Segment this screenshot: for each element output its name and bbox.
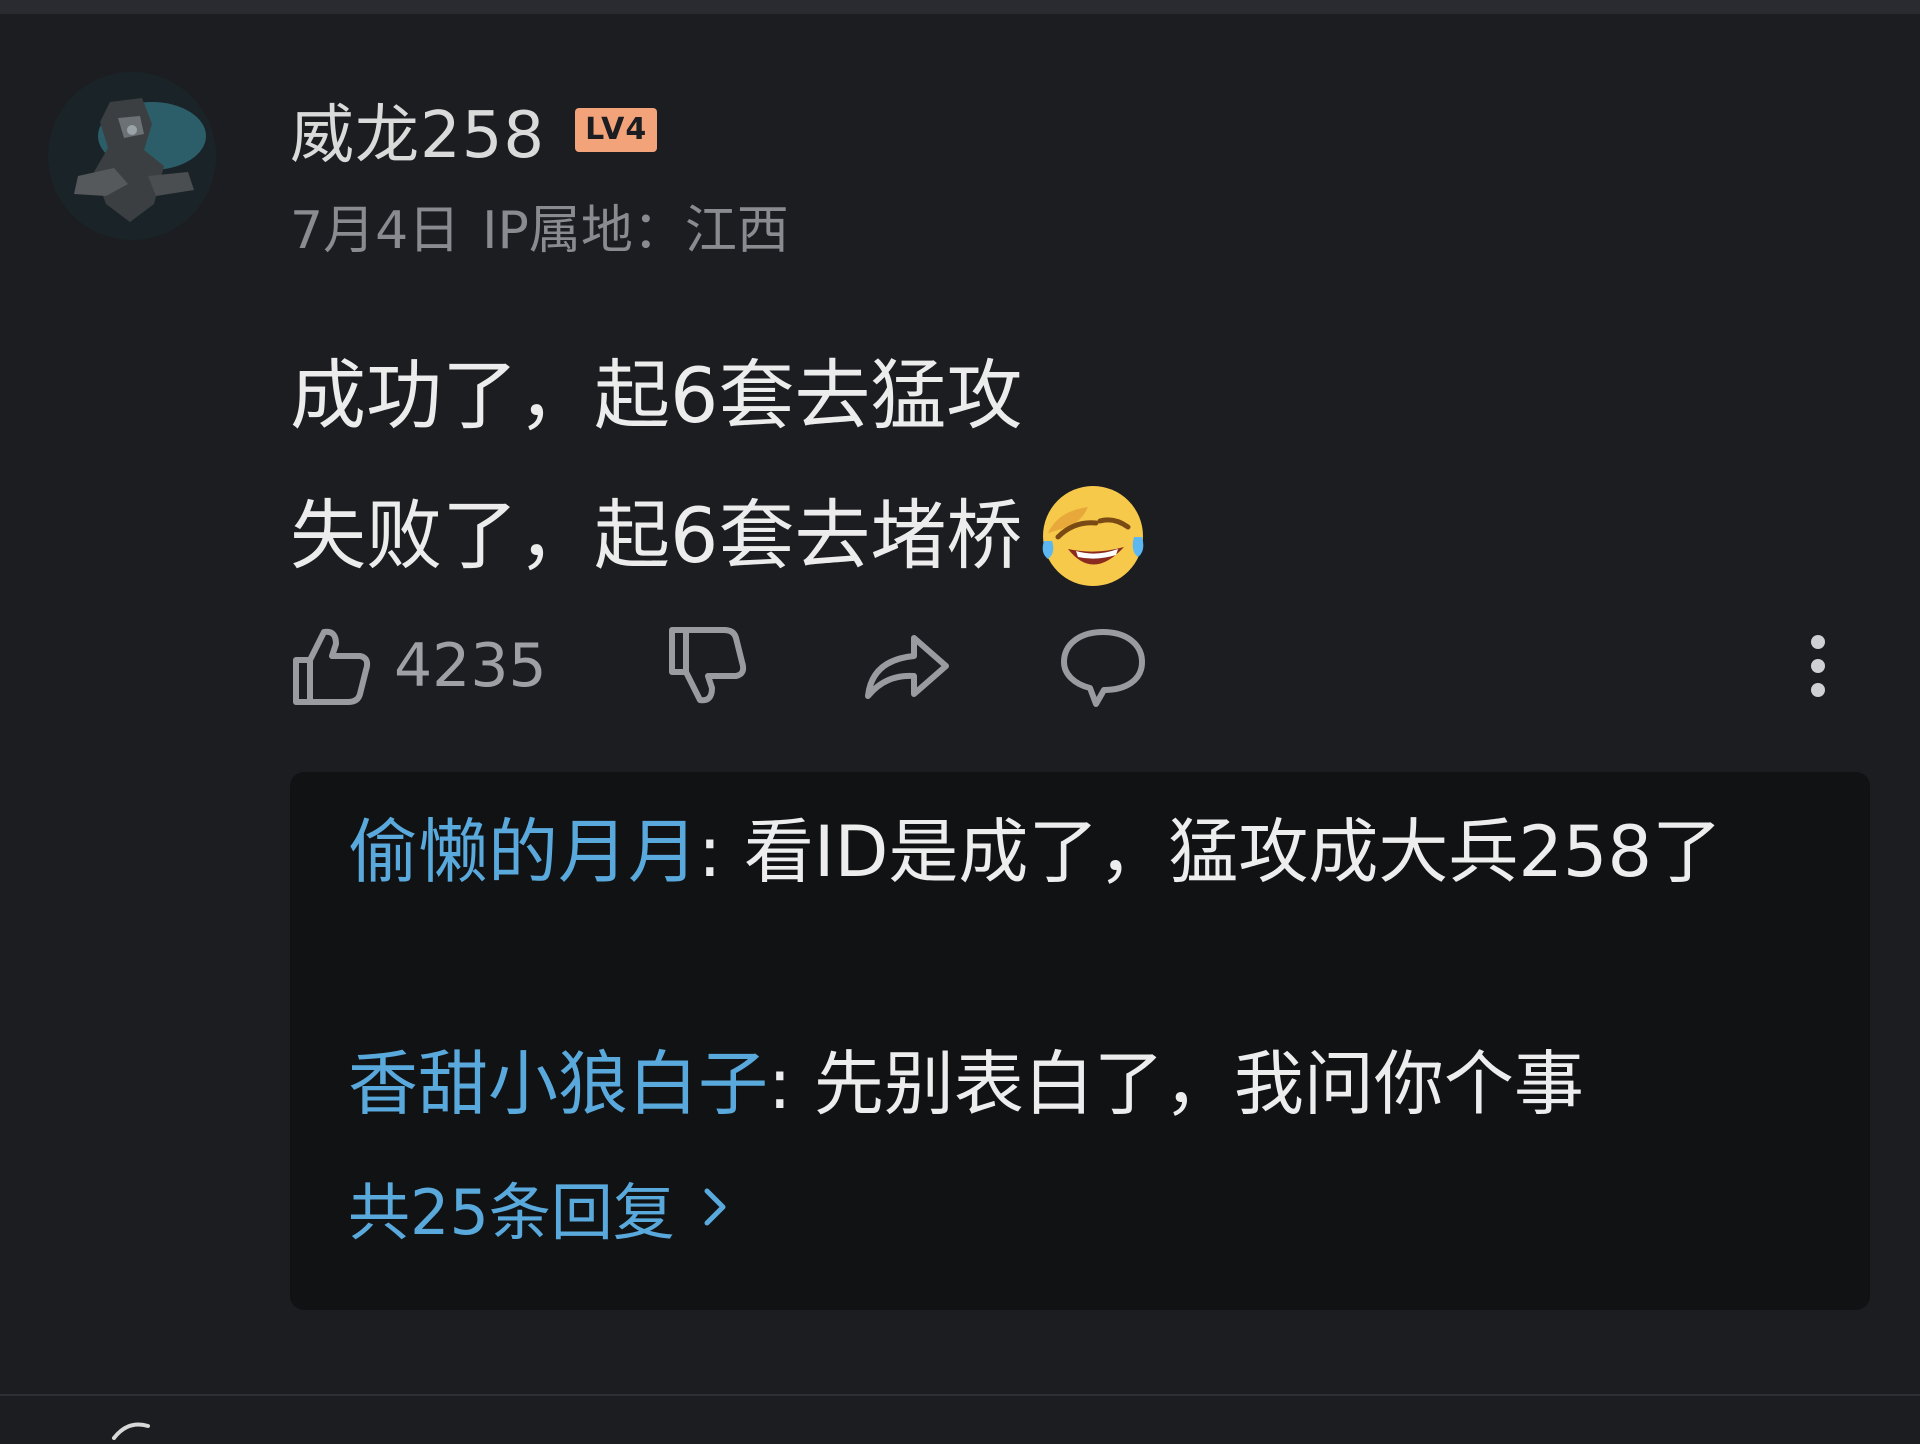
like-button[interactable]: 4235: [290, 624, 547, 708]
next-comment-peek: [110, 1418, 150, 1440]
share-icon: [862, 624, 952, 708]
comment-line: 失败了，起6套去堵桥: [290, 466, 1148, 606]
laughing-crying-emoji-icon: [1038, 481, 1148, 591]
view-all-replies-label: 共25条回复: [348, 1176, 675, 1249]
level-badge: LV4: [575, 108, 658, 152]
reply-author[interactable]: 香甜小狼白子: [348, 1043, 768, 1125]
comment-date: 7月4日: [290, 201, 461, 261]
reply-separator: :: [768, 1043, 814, 1125]
top-edge: [0, 0, 1920, 14]
comment-card: 威龙258 LV4 7月4日 IP属地：江西 成功了，起6套去猛攻 失败了，起6…: [0, 14, 1920, 1394]
avatar[interactable]: [48, 72, 216, 240]
reply-author[interactable]: 偷懒的月月: [348, 811, 698, 893]
comment-icon: [1058, 624, 1148, 708]
comment-body: 成功了，起6套去猛攻 失败了，起6套去堵桥: [290, 326, 1148, 606]
view-all-replies-link[interactable]: 共25条回复: [348, 1162, 729, 1252]
chevron-right-icon: [703, 1171, 729, 1244]
like-count: 4235: [394, 631, 547, 701]
comment-line-text: 失败了，起6套去堵桥: [290, 491, 1023, 580]
replies-panel: 偷懒的月月: 看ID是成了，猛攻成大兵258了 香甜小狼白子: 先别表白了，我问…: [290, 772, 1870, 1310]
dislike-button[interactable]: [666, 624, 750, 708]
share-button[interactable]: [862, 624, 952, 708]
more-options-button[interactable]: [1800, 624, 1836, 708]
reply-text: 先别表白了，我问你个事: [813, 1043, 1584, 1125]
avatar-image: [48, 72, 216, 240]
comment-meta: 7月4日 IP属地：江西: [290, 188, 789, 263]
comment-line: 成功了，起6套去猛攻: [290, 326, 1148, 466]
action-bar: 4235: [290, 624, 1870, 724]
thumbs-down-icon: [666, 624, 750, 708]
reply-item[interactable]: 偷懒的月月: 看ID是成了，猛攻成大兵258了: [348, 796, 1828, 908]
username[interactable]: 威龙258: [290, 84, 545, 176]
reply-separator: :: [698, 811, 744, 893]
reply-item[interactable]: 香甜小狼白子: 先别表白了，我问你个事: [348, 1028, 1828, 1140]
divider: [0, 1394, 1920, 1396]
reply-button[interactable]: [1058, 624, 1148, 708]
reply-text: 看ID是成了，猛攻成大兵258了: [743, 811, 1722, 893]
thumbs-up-icon: [290, 624, 374, 708]
ip-location: IP属地：江西: [482, 201, 789, 261]
more-icon: [1800, 624, 1836, 708]
comment-line-text: 成功了，起6套去猛攻: [290, 351, 1023, 440]
